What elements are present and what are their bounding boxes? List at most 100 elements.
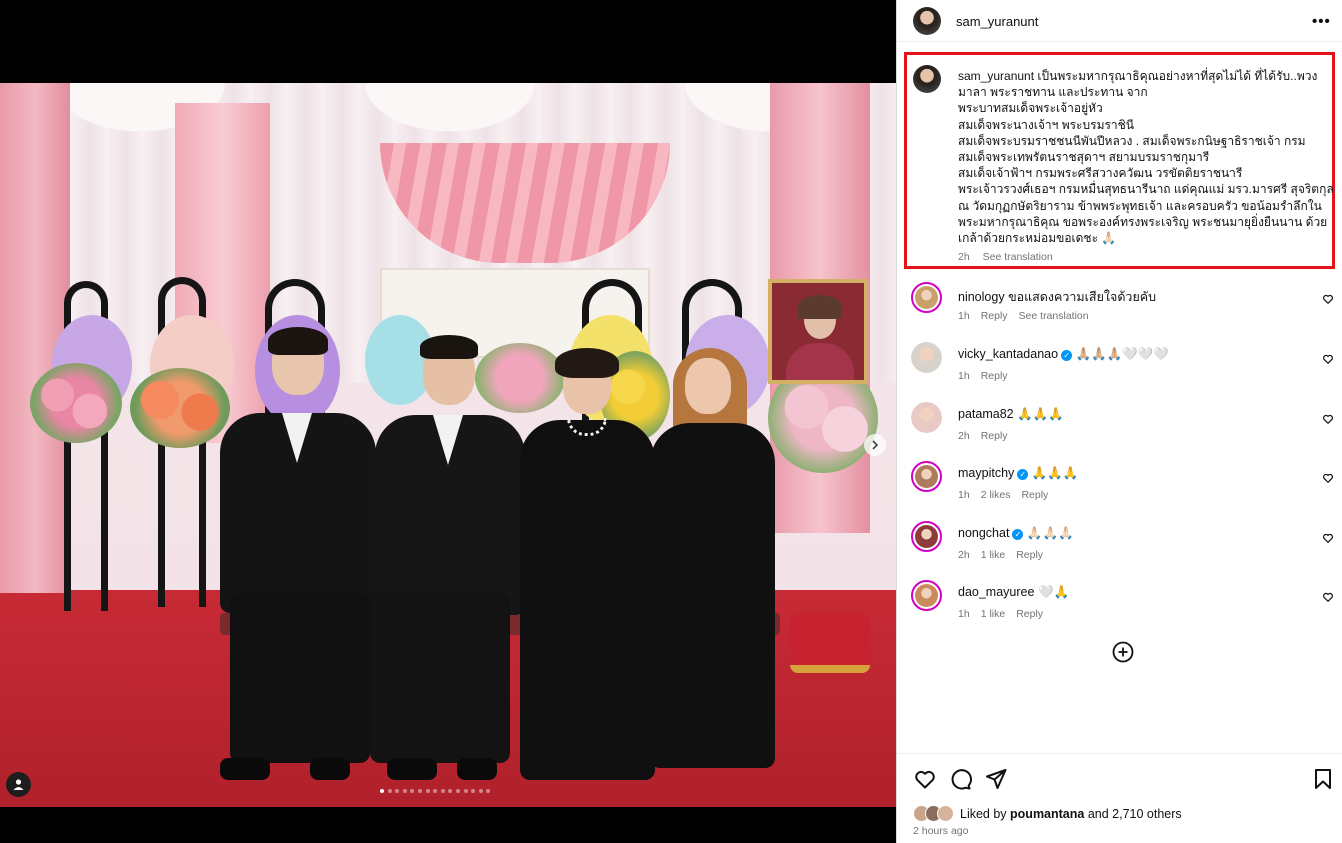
commenter-avatar[interactable] (911, 461, 942, 492)
commenter-avatar[interactable] (911, 282, 942, 313)
carousel-dot (395, 789, 400, 793)
comment-username[interactable]: patama82 (958, 407, 1014, 421)
caption-username[interactable]: sam_yuranunt (958, 69, 1034, 83)
comment-meta: 1h 2 likes Reply (958, 489, 1059, 501)
user-icon (13, 779, 24, 790)
comment-bubble-icon (951, 769, 972, 790)
like-button[interactable] (913, 767, 937, 791)
commenter-avatar[interactable] (911, 402, 942, 433)
commenter-avatar[interactable] (911, 580, 942, 611)
comment-button[interactable] (948, 767, 972, 791)
person-2 (365, 333, 525, 793)
comment-time[interactable]: 1h (958, 608, 970, 620)
comment-username[interactable]: ninology (958, 290, 1005, 304)
comment-item: patama82 🙏🙏🙏 2h Reply (897, 400, 1342, 456)
comment-time[interactable]: 1h (958, 370, 970, 382)
post-time[interactable]: 2 hours ago (913, 825, 968, 837)
load-more-comments-button[interactable] (1112, 641, 1134, 663)
author-username[interactable]: sam_yuranunt (956, 14, 1038, 29)
portrait-hair (798, 295, 842, 319)
heart-icon (1323, 473, 1333, 484)
carousel-dot (387, 789, 392, 793)
comment-time[interactable]: 1h (958, 489, 970, 501)
comment-like-button[interactable] (1322, 471, 1334, 484)
comment-like-button[interactable] (1322, 352, 1334, 365)
caption-highlight: sam_yuranunt เป็นพระมหากรุณาธิคุณอย่างหา… (904, 52, 1335, 269)
reply-button[interactable]: Reply (981, 310, 1008, 322)
comment-item: maypitchy ✓ 🙏🙏🙏 1h 2 likes Reply (897, 459, 1342, 515)
carousel-dots (380, 789, 491, 793)
save-button[interactable] (1311, 767, 1335, 791)
carousel-dot (440, 789, 445, 793)
post-photo[interactable] (0, 83, 896, 807)
person-3 (515, 348, 660, 788)
comment-line: vicky_kantadanao ✓ 🙏🏼🙏🏼🙏🏼🤍🤍🤍 (958, 347, 1169, 362)
heart-icon (1323, 533, 1333, 544)
caption-author-avatar[interactable] (913, 65, 941, 93)
comment-text: ขอแสดงความเสียใจด้วยคับ (1008, 290, 1157, 304)
comment-text: 🙏🏼🙏🏼🙏🏼🤍🤍🤍 (1075, 347, 1169, 361)
comment-like-button[interactable] (1322, 590, 1334, 603)
caption-text: sam_yuranunt เป็นพระมหากรุณาธิคุณอย่างหา… (958, 68, 1338, 246)
comment-time[interactable]: 1h (958, 310, 970, 322)
reply-button[interactable]: Reply (1021, 489, 1048, 501)
comment-text: 🙏🙏🙏 (1017, 407, 1064, 421)
see-translation-link[interactable]: See translation (983, 251, 1053, 263)
comment-username[interactable]: vicky_kantadanao (958, 347, 1058, 361)
comment-item: nongchat ✓ 🙏🏻🙏🏻🙏🏻 2h 1 like Reply (897, 519, 1342, 575)
comment-username[interactable]: nongchat (958, 526, 1009, 540)
post-side-panel: sam_yuranunt ••• sam_yuranunt เป็นพระมหา… (896, 0, 1342, 843)
comment-time[interactable]: 2h (958, 549, 970, 561)
comment-likes[interactable]: 1 like (981, 608, 1006, 620)
person-4 (645, 348, 780, 788)
carousel-dot (380, 789, 384, 793)
commenter-avatar-image (915, 286, 938, 309)
memorial-portrait (768, 279, 868, 384)
reply-button[interactable]: Reply (981, 430, 1008, 442)
carousel-dot (402, 789, 407, 793)
comment-like-button[interactable] (1322, 292, 1334, 305)
comment-line: dao_mayuree 🤍🙏 (958, 585, 1069, 600)
comment-username[interactable]: maypitchy (958, 466, 1014, 480)
commenter-avatar-image (915, 525, 938, 548)
comment-likes[interactable]: 1 like (981, 549, 1006, 561)
heart-icon (1323, 592, 1333, 603)
comment-line: maypitchy ✓ 🙏🙏🙏 (958, 466, 1078, 481)
reply-button[interactable]: Reply (1016, 549, 1043, 561)
commenter-avatar[interactable] (911, 521, 942, 552)
comment-username[interactable]: dao_mayuree (958, 585, 1034, 599)
carousel-dot (410, 789, 415, 793)
see-translation-link[interactable]: See translation (1019, 310, 1089, 322)
author-avatar[interactable] (913, 7, 941, 35)
comment-time[interactable]: 2h (958, 430, 970, 442)
tagged-users-button[interactable] (6, 772, 31, 797)
liked-by-user[interactable]: poumantana (1010, 807, 1084, 821)
commenter-avatar[interactable] (911, 342, 942, 373)
comment-line: ninology ขอแสดงความเสียใจด้วยคับ (958, 287, 1156, 307)
commenter-avatar-image (911, 342, 942, 373)
liker-avatar (937, 805, 954, 822)
carousel-dot (433, 789, 438, 793)
comment-like-button[interactable] (1322, 531, 1334, 544)
verified-badge-icon: ✓ (1017, 469, 1029, 480)
caption-body: เป็นพระมหากรุณาธิคุณอย่างหาที่สุดไม่ได้ … (958, 69, 1334, 246)
carousel-dot (425, 789, 430, 793)
action-bar: Liked by poumantana and 2,710 others 2 h… (897, 753, 1342, 843)
carousel-dot (448, 789, 453, 793)
likes-summary: Liked by poumantana and 2,710 others (913, 805, 1182, 823)
media-pane (0, 0, 896, 843)
reply-button[interactable]: Reply (1016, 608, 1043, 620)
caption-time[interactable]: 2h (958, 251, 970, 263)
reply-button[interactable]: Reply (981, 370, 1008, 382)
comment-like-button[interactable] (1322, 412, 1334, 425)
more-options-button[interactable]: ••• (1312, 13, 1331, 30)
liked-by-avatars[interactable] (913, 805, 957, 823)
carousel-next-button[interactable] (864, 434, 886, 456)
comment-likes[interactable]: 2 likes (981, 489, 1011, 501)
verified-badge-icon: ✓ (1061, 350, 1073, 361)
liked-by-suffix[interactable]: and 2,710 others (1084, 807, 1182, 821)
comment-meta: 1h Reply (958, 370, 1019, 382)
share-button[interactable] (984, 767, 1008, 791)
commenter-avatar-image (911, 402, 942, 433)
plus-circle-icon (1112, 641, 1134, 663)
